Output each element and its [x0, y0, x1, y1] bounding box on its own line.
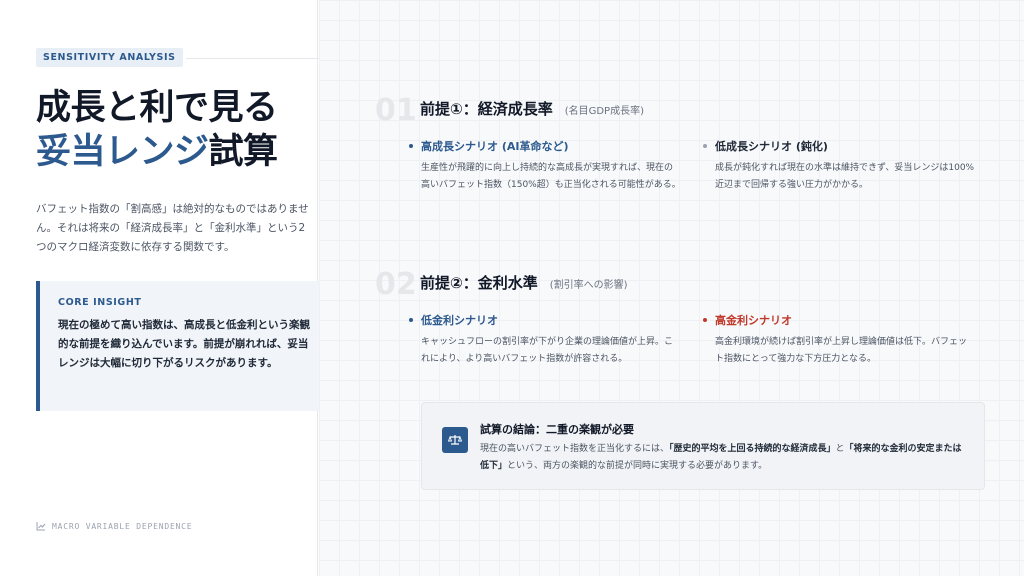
scenario-title: 低金利シナリオ — [409, 312, 681, 328]
right-panel: 01 前提①：経済成長率 (名目GDP成長率) 高成長シナリオ (AI革命など)… — [319, 0, 1024, 576]
footer: MACRO VARIABLE DEPENDENCE — [36, 522, 192, 531]
scenario-body: キャッシュフローの割引率が下がり企業の理論価値が上昇。これにより、より高いバフェ… — [421, 337, 674, 364]
insight-body: 現在の極めて高い指数は、高成長と低金利という楽観的な前提を織り込んでいます。前提… — [58, 319, 310, 369]
scenario-low-rate: 低金利シナリオ キャッシュフローの割引率が下がり企業の理論価値が上昇。これにより… — [409, 312, 681, 367]
footer-label: MACRO VARIABLE DEPENDENCE — [52, 522, 193, 531]
scenario-title: 低成長シナリオ (鈍化) — [703, 138, 975, 154]
scenario-title: 高金利シナリオ — [703, 312, 975, 328]
section-tag: SENSITIVITY ANALYSIS — [36, 48, 183, 67]
bullet-icon — [703, 318, 707, 322]
bullet-icon — [703, 144, 707, 148]
intro-text: バフェット指数の「割高感」は絶対的なものではありません。それは将来の「経済成長率… — [36, 203, 309, 253]
bullet-icon — [409, 144, 413, 148]
balance-scale-icon — [442, 427, 468, 453]
scenario-title: 高成長シナリオ (AI革命など) — [409, 138, 681, 154]
highlight-growth: 「歴史的平均を上回る持続的な経済成長」 — [669, 444, 836, 454]
scenario-body: 成長が鈍化すれば現在の水準は維持できず、妥当レンジは100%近辺まで回帰する強い… — [715, 163, 975, 190]
section-subtitle: (割引率への影響) — [549, 280, 628, 291]
section-number: 02 — [375, 267, 417, 302]
scenario-high-growth: 高成長シナリオ (AI革命など) 生産性が飛躍的に向上し持続的な高成長が実現すれ… — [409, 138, 681, 193]
section-title: 前提①：経済成長率 — [420, 100, 553, 118]
bullet-icon — [409, 318, 413, 322]
left-panel: SENSITIVITY ANALYSIS 成長と利で見る 妥当レンジ試算 バフェ… — [0, 0, 326, 576]
conclusion-body: 現在の高いバフェット指数を正当化するには、「歴史的平均を上回る持続的な経済成長」… — [480, 444, 962, 471]
scenario-body: 生産性が飛躍的に向上し持続的な高成長が実現すれば、現在の高いバフェット指数（15… — [421, 163, 681, 190]
insight-title: CORE INSIGHT — [58, 297, 142, 308]
section-number: 01 — [375, 93, 417, 128]
section-heading: 前提①：経済成長率 (名目GDP成長率) — [420, 98, 644, 119]
scenario-low-growth: 低成長シナリオ (鈍化) 成長が鈍化すれば現在の水準は維持できず、妥当レンジは1… — [703, 138, 975, 193]
divider — [186, 58, 326, 59]
chart-trend-icon — [36, 522, 46, 531]
title-line2: 妥当レンジ試算 — [36, 130, 316, 174]
scenario-body: 高金利環境が続けば割引率が上昇し理論価値は低下。バフェット指数にとって強力な下方… — [715, 337, 968, 364]
title-line1: 成長と利で見る — [36, 88, 278, 128]
title-accent: 妥当レンジ — [36, 132, 209, 172]
section-title: 前提②：金利水準 — [420, 274, 538, 292]
section-subtitle: (名目GDP成長率) — [564, 106, 644, 117]
conclusion-title: 試算の結論：二重の楽観が必要 — [480, 423, 634, 436]
conclusion-box: 試算の結論：二重の楽観が必要 現在の高いバフェット指数を正当化するには、「歴史的… — [421, 402, 985, 490]
core-insight-box: CORE INSIGHT 現在の極めて高い指数は、高成長と低金利という楽観的な前… — [36, 281, 324, 411]
page-title: 成長と利で見る 妥当レンジ試算 — [36, 86, 316, 174]
title-rest: 試算 — [208, 132, 279, 172]
scenario-high-rate: 高金利シナリオ 高金利環境が続けば割引率が上昇し理論価値は低下。バフェット指数に… — [703, 312, 975, 367]
section-heading: 前提②：金利水準 (割引率への影響) — [420, 272, 628, 293]
